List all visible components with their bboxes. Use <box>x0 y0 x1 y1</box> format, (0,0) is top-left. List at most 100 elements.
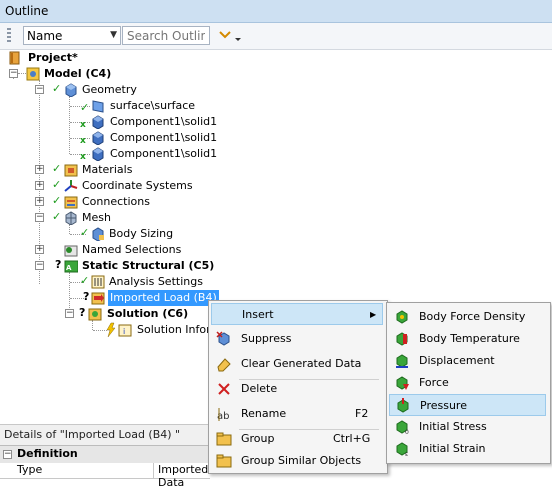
submenu-item-force[interactable]: Force <box>389 372 546 394</box>
tree-label-static-structural: Static Structural (C5) <box>82 259 215 272</box>
filter-options-button[interactable] <box>216 27 246 45</box>
expand-toggle-connections[interactable]: + <box>35 197 44 206</box>
status-check-icon: ✓ <box>52 210 62 223</box>
menu-item-group[interactable]: Group Ctrl+G <box>211 428 383 450</box>
body-sizing-icon <box>92 227 104 241</box>
mesh-icon <box>65 211 77 225</box>
tree-label-solid1: Component1\solid1 <box>110 115 218 128</box>
submenu-item-displacement[interactable]: Displacement <box>389 350 546 372</box>
submenu-item-label: Pressure <box>420 399 467 412</box>
details-row-type[interactable]: Type Imported Data <box>0 463 210 489</box>
menu-item-label: Delete <box>241 382 278 395</box>
menu-item-suppress[interactable]: Suppress <box>211 328 383 350</box>
status-x-check-icon: x <box>80 136 86 144</box>
tree-label-connections: Connections <box>82 195 150 208</box>
details-group-definition[interactable]: − Definition <box>0 445 210 464</box>
status-x-check-icon: x <box>80 120 86 128</box>
details-group-label: Definition <box>17 447 78 460</box>
menu-item-label: Insert <box>242 308 274 321</box>
svg-text:i: i <box>123 327 125 336</box>
imported-load-icon <box>91 292 105 305</box>
submenu-item-label: Initial Strain <box>419 442 486 455</box>
submenu-item-pressure[interactable]: Pressure <box>389 394 546 416</box>
tree-connector <box>18 73 26 74</box>
tree-label-geometry: Geometry <box>82 83 137 96</box>
menu-item-label: Group Similar Objects <box>241 454 362 467</box>
details-panel-header: Details of "Imported Load (B4) " <box>0 424 210 445</box>
named-selections-icon <box>64 245 78 257</box>
menu-item-label: Suppress <box>241 332 292 345</box>
svg-text:ε: ε <box>405 451 408 457</box>
status-check-icon: ✓ <box>52 178 62 191</box>
submenu-item-label: Initial Stress <box>419 420 487 433</box>
collapse-toggle-geometry[interactable]: − <box>35 85 44 94</box>
body-temperature-icon <box>396 332 408 346</box>
menu-item-delete[interactable]: Delete <box>211 378 383 400</box>
svg-text:x: x <box>80 152 86 160</box>
svg-text:x: x <box>80 120 86 128</box>
tree-label-mesh: Mesh <box>82 211 111 224</box>
submenu-item-body-force-density[interactable]: Body Force Density <box>389 306 546 328</box>
collapse-toggle-mesh[interactable]: − <box>35 213 44 222</box>
connections-icon <box>64 196 78 209</box>
tree-label-body-sizing: Body Sizing <box>109 227 174 240</box>
outline-title-bar: Outline <box>0 0 552 23</box>
svg-text:x: x <box>80 136 86 144</box>
submenu-item-initial-strain[interactable]: ε Initial Strain <box>389 438 546 460</box>
collapse-toggle-solution[interactable]: − <box>65 309 74 318</box>
tree-connector <box>69 224 70 234</box>
status-question-icon: ? <box>83 290 90 303</box>
status-check-icon: ✓ <box>80 274 90 287</box>
status-check-icon: ✓ <box>52 82 62 95</box>
context-menu: Insert ▶ Suppress Clear Generated Data D… <box>208 300 388 474</box>
tree-connector <box>69 272 70 308</box>
submenu-item-label: Body Force Density <box>419 310 526 323</box>
submenu-item-body-temperature[interactable]: Body Temperature <box>389 328 546 350</box>
menu-item-shortcut: Ctrl+G <box>333 432 371 445</box>
displacement-icon <box>396 354 408 368</box>
menu-item-clear-generated-data[interactable]: Clear Generated Data <box>211 353 383 375</box>
lightning-status-icon <box>106 322 116 338</box>
menu-item-rename[interactable]: ab Rename F2 <box>211 403 383 425</box>
menu-item-label: Rename <box>241 407 287 420</box>
solid-body-icon <box>92 115 104 129</box>
collapse-toggle-static-structural[interactable]: − <box>35 261 44 270</box>
menu-item-insert[interactable]: Insert ▶ <box>211 303 383 325</box>
collapse-toggle-definition[interactable]: − <box>3 450 12 459</box>
filter-type-dropdown[interactable]: Name ▼ <box>23 26 121 45</box>
expand-toggle-coordinate-systems[interactable]: + <box>35 181 44 190</box>
tree-label-solid1: Component1\solid1 <box>110 131 218 144</box>
force-icon <box>396 376 409 390</box>
expand-toggle-materials[interactable]: + <box>35 165 44 174</box>
status-question-icon: ? <box>55 258 62 271</box>
tree-label-imported-load: Imported Load (B4) <box>108 290 219 306</box>
static-structural-icon: A <box>64 260 78 273</box>
folder-icon <box>216 432 232 446</box>
insert-submenu: Body Force Density Body Temperature Disp… <box>386 302 551 464</box>
expand-toggle-named-selections[interactable]: + <box>35 245 44 254</box>
model-icon <box>26 67 40 81</box>
solution-icon <box>88 308 102 321</box>
outline-toolbar: Name ▼ <box>0 23 552 50</box>
tree-connector <box>92 320 93 330</box>
chevron-filter-icon <box>219 31 241 41</box>
tree-connector <box>70 298 84 299</box>
materials-icon <box>64 164 78 177</box>
delete-x-icon <box>218 383 230 395</box>
toolbar-grip[interactable] <box>7 28 11 44</box>
details-column-divider <box>153 463 154 478</box>
tree-label-analysis-settings: Analysis Settings <box>109 275 203 288</box>
menu-item-group-similar-objects[interactable]: Group Similar Objects <box>211 450 383 472</box>
submenu-item-initial-stress[interactable]: 0 Initial Stress <box>389 416 546 438</box>
tree-label-surface: surface\surface <box>110 99 196 112</box>
search-outline-input[interactable] <box>122 26 210 45</box>
status-x-check-icon: x <box>80 152 86 160</box>
details-row-value: Imported Data <box>158 463 209 489</box>
menu-item-shortcut: F2 <box>355 407 369 420</box>
body-force-density-icon <box>396 310 408 324</box>
collapse-toggle-model[interactable]: − <box>9 69 18 78</box>
svg-text:0: 0 <box>405 429 409 435</box>
svg-text:✓: ✓ <box>80 101 89 112</box>
details-title: Details of "Imported Load (B4) " <box>4 428 181 441</box>
analysis-settings-icon <box>91 275 105 289</box>
